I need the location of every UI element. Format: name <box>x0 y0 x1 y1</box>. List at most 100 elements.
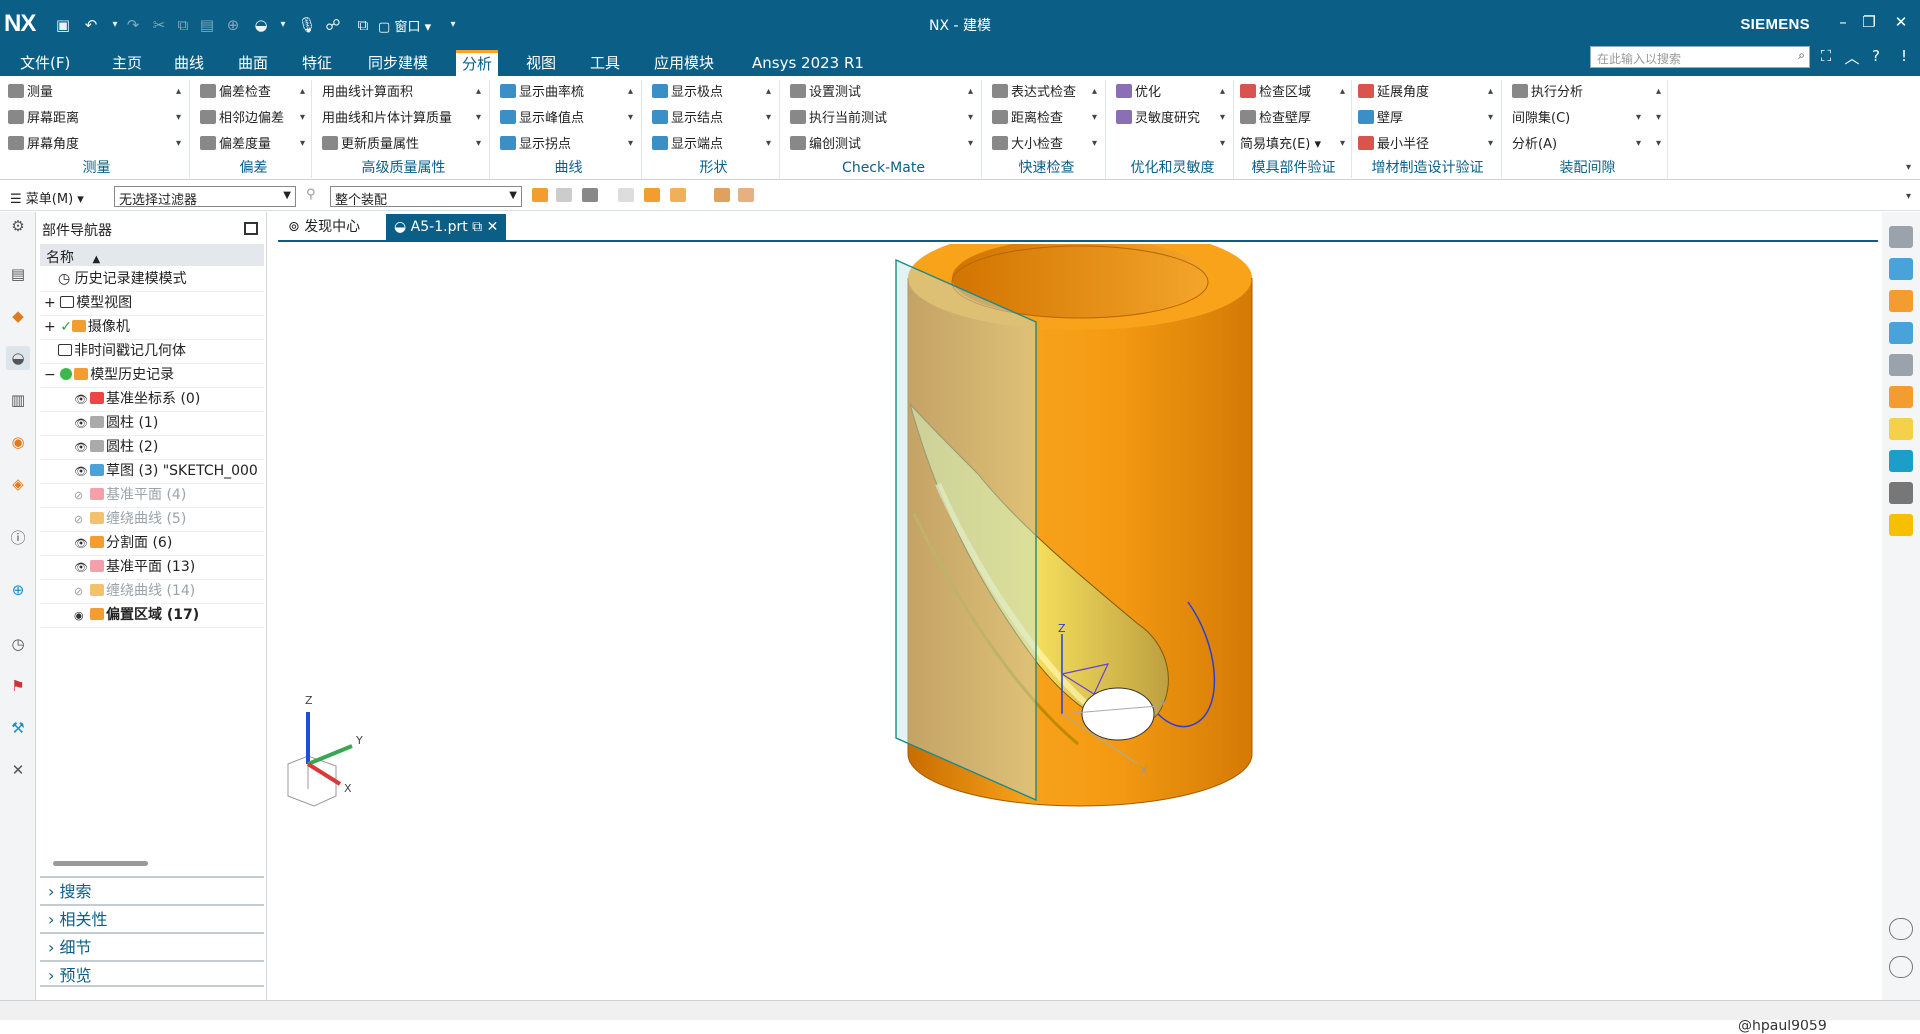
measure-button[interactable]: 测量 <box>8 82 53 104</box>
tree-row[interactable]: ⊘ 缠绕曲线 (5) <box>40 508 264 532</box>
toolbar-options-icon[interactable]: ▾ <box>1906 191 1911 202</box>
layer-icon[interactable] <box>1889 386 1913 408</box>
dropdown-icon[interactable]: ▾ <box>1656 138 1661 149</box>
select-body-icon[interactable] <box>582 188 598 202</box>
spiral-icon[interactable] <box>1889 450 1913 472</box>
tree-row[interactable]: 👁 草图 (3) "SKETCH_000 <box>40 460 264 484</box>
constraint-navigator-icon[interactable]: ◆ <box>6 304 30 328</box>
close-tab-icon[interactable]: ✕ <box>487 219 499 235</box>
eye-icon[interactable]: 👁 <box>74 556 88 579</box>
adjacent-edge-deviation-button[interactable]: 相邻边偏差 <box>200 108 284 130</box>
deviation-gauge-button[interactable]: 偏差度量 <box>200 134 271 156</box>
group-label[interactable]: 偏差 <box>196 158 311 178</box>
tree-row[interactable]: + ✓ 摄像机 <box>40 316 264 340</box>
distance-check-button[interactable]: 距离检查 <box>992 108 1063 130</box>
dropdown-icon[interactable]: ▾ <box>1092 138 1097 149</box>
dropdown-icon[interactable]: ▾ <box>1488 138 1493 149</box>
panel-dependencies[interactable]: › 相关性 <box>40 904 264 931</box>
object-info-icon[interactable] <box>1889 514 1913 536</box>
dropdown-icon[interactable]: ▾ <box>1636 138 1641 149</box>
select-feature-icon[interactable] <box>532 188 548 202</box>
menu-feature[interactable]: 特征 <box>296 50 338 76</box>
scroll-up-icon[interactable]: ▴ <box>300 86 305 97</box>
menu-surface[interactable]: 曲面 <box>232 50 274 76</box>
web-browser-icon[interactable]: ◈ <box>6 472 30 496</box>
select-edge-icon[interactable] <box>556 188 572 202</box>
menu-ansys[interactable]: Ansys 2023 R1 <box>746 50 870 76</box>
easy-fill-button[interactable]: 简易填充(E) ▾ <box>1240 134 1321 156</box>
assembly-icon[interactable] <box>738 188 754 202</box>
assembly-scope-select[interactable]: 整个装配 ▼ <box>330 186 522 208</box>
eye-hidden-icon[interactable]: ⊘ <box>74 508 88 531</box>
dropdown-icon[interactable]: ▾ <box>766 138 771 149</box>
dropdown-icon[interactable]: ▾ <box>1636 112 1641 123</box>
group-label[interactable]: 高级质量属性 <box>318 158 489 178</box>
tree-row[interactable]: ◷ 历史记录建模模式 <box>40 268 264 292</box>
ribbon-options-icon[interactable]: ▾ <box>1906 162 1911 173</box>
dropdown-icon[interactable]: ▾ <box>300 112 305 123</box>
fullscreen-icon[interactable]: ⛶ <box>1816 47 1836 65</box>
dropdown-icon[interactable]: ▾ <box>1220 112 1225 123</box>
show-peaks-button[interactable]: 显示峰值点 <box>500 108 584 130</box>
clearance-set-button[interactable]: 间隙集(C) <box>1512 108 1570 130</box>
eye-icon[interactable]: 👁 <box>74 460 88 483</box>
component-icon[interactable] <box>714 188 730 202</box>
hide-show-icon[interactable] <box>1889 354 1913 376</box>
group-label[interactable]: Check-Mate <box>786 158 981 178</box>
menu-file[interactable]: 文件(F) <box>14 50 76 76</box>
snap-options-icon[interactable] <box>670 188 686 202</box>
menu-analysis[interactable]: 分析 <box>456 50 499 76</box>
dropdown-icon[interactable]: ▾ <box>1340 138 1345 149</box>
dropdown-icon[interactable]: ▾ <box>300 138 305 149</box>
eye-icon[interactable]: 👁 <box>74 436 88 459</box>
model-view[interactable]: Z Y X Z Y X <box>278 226 1882 1000</box>
dropdown-icon[interactable]: ▾ <box>628 138 633 149</box>
dropdown-icon[interactable]: ▾ <box>176 112 181 123</box>
history-icon[interactable]: ◷ <box>6 632 30 656</box>
dropdown-icon[interactable]: ▾ <box>476 112 481 123</box>
selection-filter-select[interactable]: 无选择过滤器 ▼ <box>114 186 296 208</box>
optimize-button[interactable]: 优化 <box>1116 82 1161 104</box>
minimize-icon[interactable]: – <box>1832 13 1854 35</box>
group-label[interactable]: 测量 <box>4 158 189 178</box>
group-label[interactable]: 快速检查 <box>988 158 1105 178</box>
tree-row[interactable]: 👁 圆柱 (2) <box>40 436 264 460</box>
part-navigator-icon[interactable]: ◒ <box>6 346 30 370</box>
datum-plane[interactable] <box>895 258 1037 802</box>
eye-hidden-icon[interactable]: ⊘ <box>74 580 88 603</box>
section-icon[interactable] <box>1889 482 1913 504</box>
help-icon[interactable]: ? <box>1866 47 1886 65</box>
dropdown-icon[interactable]: ▾ <box>476 138 481 149</box>
show-endpoints-button[interactable]: 显示端点 <box>652 134 723 156</box>
show-knots-button[interactable]: 显示结点 <box>652 108 723 130</box>
dropdown-icon[interactable]: ▾ <box>176 138 181 149</box>
panel-details[interactable]: › 细节 <box>40 932 264 959</box>
group-label[interactable]: 优化和灵敏度 <box>1112 158 1233 178</box>
dropdown-icon[interactable]: ▾ <box>1092 112 1097 123</box>
snap-icon[interactable] <box>618 188 634 202</box>
dropdown-icon[interactable]: ▾ <box>1488 112 1493 123</box>
highlight-icon[interactable] <box>1889 418 1913 440</box>
scroll-up-icon[interactable]: ▴ <box>1656 86 1661 97</box>
scroll-up-icon[interactable]: ▴ <box>1488 86 1493 97</box>
graphics-window[interactable]: Z Y X Z Y X UG爱好者论坛@hpaul9059 <box>278 226 1882 1034</box>
render-style-icon[interactable] <box>1889 258 1913 280</box>
search-icon[interactable]: ⌕ <box>1798 48 1805 63</box>
role-icon[interactable]: ⚑ <box>6 674 30 698</box>
mass-by-curve-button[interactable]: 用曲线和片体计算质量 <box>322 108 452 130</box>
dropdown-icon[interactable]: ▾ <box>766 112 771 123</box>
group-label[interactable]: 曲线 <box>496 158 641 178</box>
run-current-test-button[interactable]: 执行当前测试 <box>790 108 887 130</box>
globe-icon[interactable]: ⊕ <box>6 578 30 602</box>
show-inflections-button[interactable]: 显示拐点 <box>500 134 571 156</box>
menu-tools[interactable]: 工具 <box>584 50 626 76</box>
settings-icon[interactable]: ⚙ <box>6 214 30 238</box>
group-label[interactable]: 增材制造设计验证 <box>1354 158 1501 178</box>
info-icon[interactable]: ⓘ <box>6 526 30 550</box>
hd3d-icon[interactable]: ◉ <box>6 430 30 454</box>
screen-angle-button[interactable]: 屏幕角度 <box>8 134 79 156</box>
collapse-icon[interactable]: − <box>44 367 56 383</box>
edit-object-icon[interactable] <box>1889 322 1913 344</box>
tree-row[interactable]: ⊘ 基准平面 (4) <box>40 484 264 508</box>
size-check-button[interactable]: 大小检查 <box>992 134 1063 156</box>
